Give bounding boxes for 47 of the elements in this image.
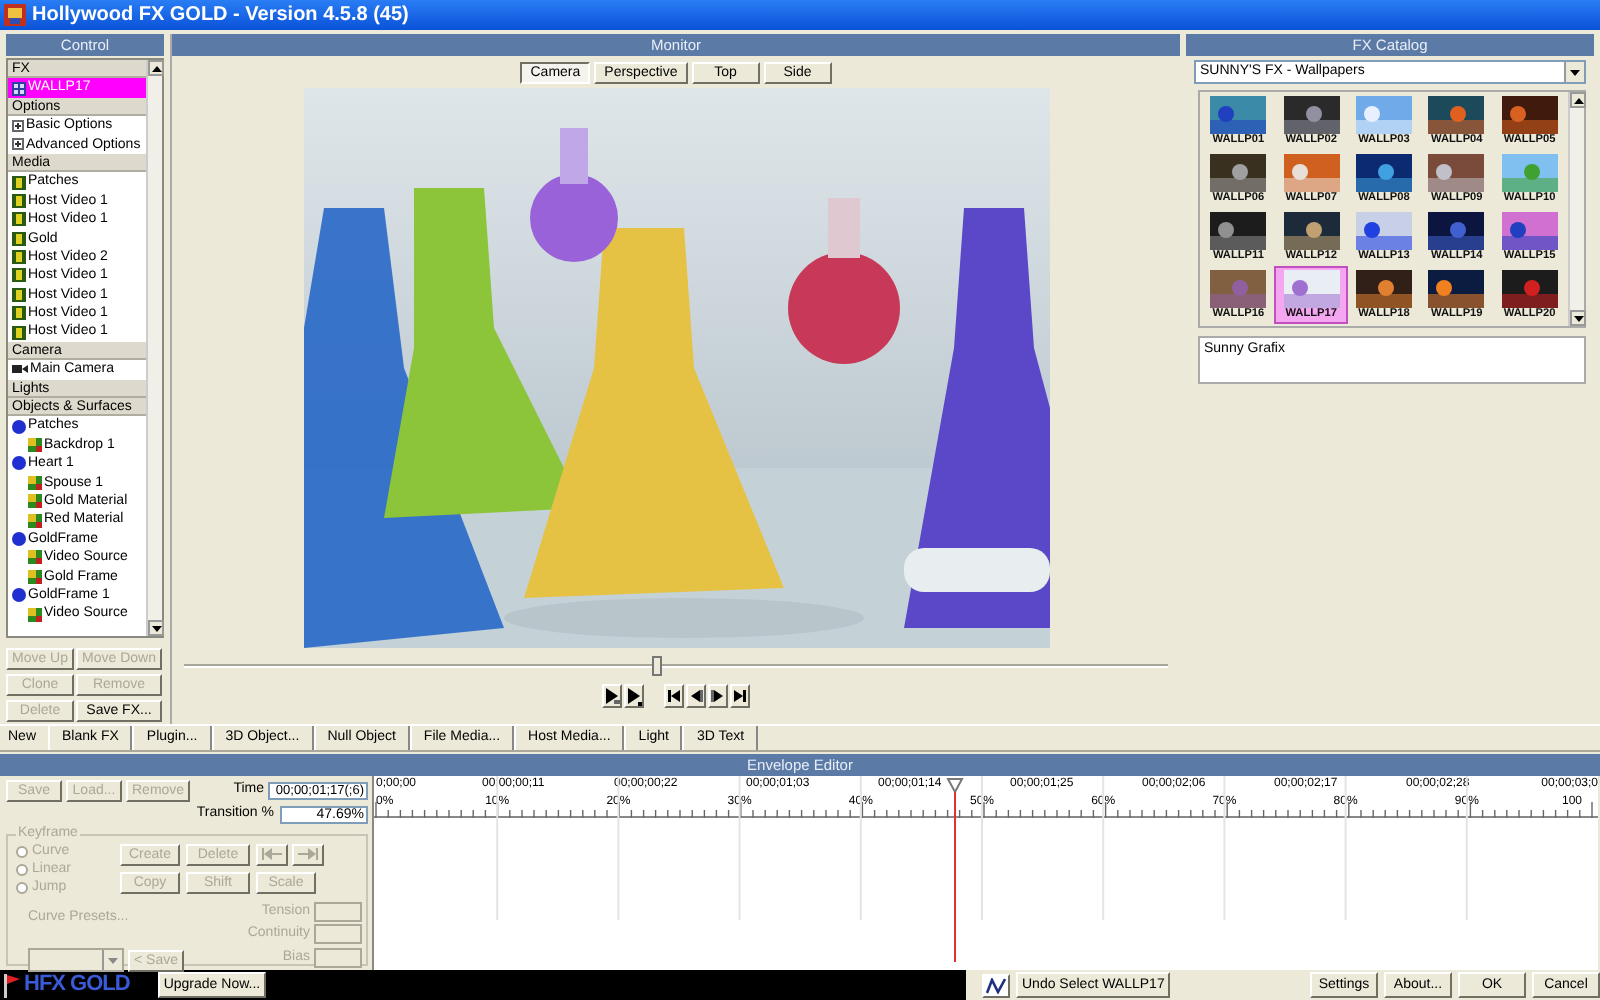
last-frame-button[interactable] [730,684,750,708]
surface-icon [28,569,42,584]
camera-icon [12,364,28,375]
next-key-button[interactable] [292,843,324,865]
expand-icon [12,119,24,132]
surface-icon [28,438,42,452]
sphere-icon [12,588,26,603]
flag-icon [4,973,20,997]
scrollbar[interactable] [1568,92,1584,326]
surface-icon [28,475,42,490]
sphere-icon [12,419,26,434]
presets-dropdown[interactable] [28,948,124,972]
surface-icon [28,550,42,565]
play-button[interactable] [602,684,622,708]
surface-icon [28,494,42,509]
wave-icon [986,977,1006,993]
surface-icon [28,513,42,528]
previous-frame-button[interactable] [686,684,706,708]
logo-text: HFX GOLD [24,970,130,1000]
previous-key-button[interactable] [256,843,288,865]
slider-thumb[interactable] [652,656,663,676]
scroll-up-icon [151,65,161,71]
skip-end-icon [732,686,748,706]
scroll-down-icon [1573,315,1583,321]
caret-icon [1570,69,1580,75]
app-icon [4,4,26,26]
first-frame-button[interactable] [664,684,684,708]
scroll-down-icon [151,625,161,631]
play-button[interactable] [624,684,644,708]
window-title: Hollywood FX GOLD - Version 4.5.8 (45) [32,2,409,30]
skip-forward-icon [298,848,318,860]
step-forward-icon [710,686,726,706]
next-frame-button[interactable] [708,684,728,708]
play-icon [604,686,620,706]
scroll-up-icon [1573,97,1583,103]
caret-icon [108,957,118,963]
sphere-icon [12,531,26,546]
expand-icon [12,138,24,151]
sphere-icon [12,456,26,471]
scrollbar[interactable] [146,60,162,636]
curve-button[interactable] [982,973,1010,997]
skip-back-icon [262,848,282,860]
play-icon [626,686,642,706]
surface-icon [28,607,42,622]
grid-icon [12,81,26,96]
skip-start-icon [666,686,682,706]
step-back-icon [688,686,704,706]
